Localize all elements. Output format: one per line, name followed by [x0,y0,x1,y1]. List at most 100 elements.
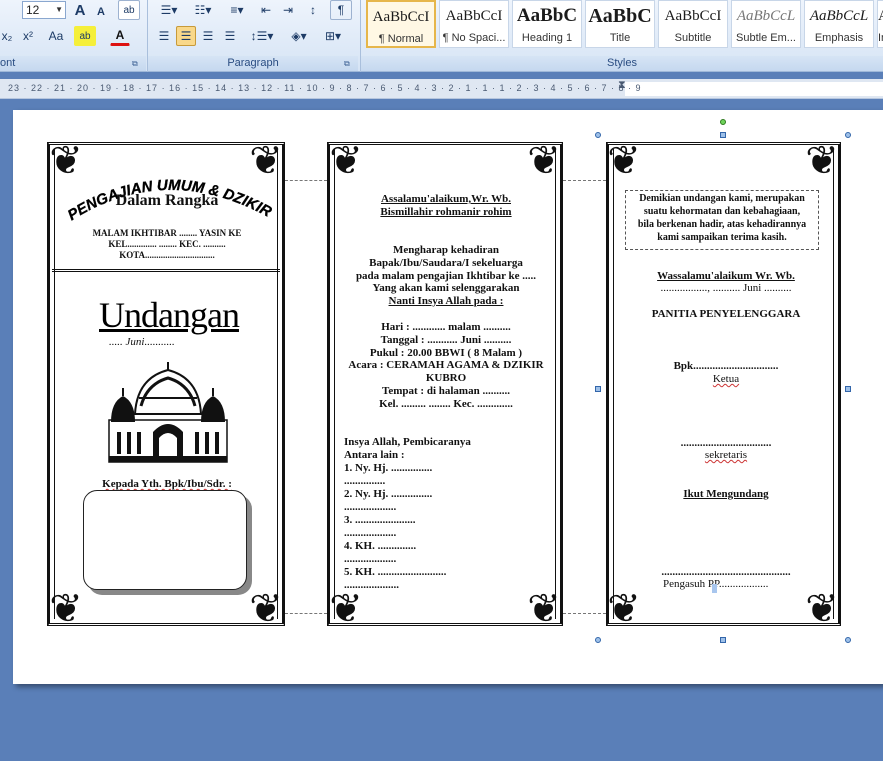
show-formatting-button[interactable]: ¶ [330,0,352,20]
cover-line: MALAM IKHTIBAR ........ YASIN KE [92,228,242,238]
body-line: Nanti Insya Allah pada : [388,295,504,307]
justify-button[interactable]: ☰ [220,26,240,46]
ornament-corner-icon: ❦ [805,586,839,632]
highlight-button[interactable]: ab [74,26,96,46]
style-name: ¶ No Spaci... [442,32,506,44]
align-right-button[interactable]: ☰ [198,26,218,46]
decrease-indent-button[interactable]: ⇤ [256,0,276,20]
style-title[interactable]: AaBbC Title [585,0,655,48]
superscript-button[interactable]: x² [18,26,38,46]
speakers-title: Insya Allah, Pembicaranya [344,436,471,448]
chevron-down-icon[interactable]: ▼ [55,2,63,18]
resize-handle[interactable] [595,132,601,138]
closing-line: suatu kehormatan dan kebahagiaan, [643,206,801,217]
closing-line: kami sampaikan terima kasih. [657,232,787,243]
style-sample: AaBbC [516,5,578,26]
farewell-line: Wassalamu'alaikum Wr. Wb. [657,270,795,282]
panel-connector [563,180,606,181]
indent-marker-icon[interactable]: ⧗ [618,79,628,99]
speaker-line: ................... [344,501,397,513]
resize-handle[interactable] [845,386,851,392]
font-size-select[interactable]: 12 ▼ [22,1,66,19]
grow-font-button[interactable]: A [70,0,90,20]
speaker-line: ................... [344,527,397,539]
detail-line: Acara : CERAMAH AGAMA & DZIKIR [348,359,544,371]
panel-connector [285,180,327,181]
ribbon: 12 ▼ A A ab x₂ x² Aa ab A ont ⧉ ☰▾ ☷▾ ≡▾… [0,0,883,72]
ornament-corner-icon: ❦ [805,138,839,184]
resize-handle[interactable] [845,132,851,138]
style-heading-1[interactable]: AaBbC Heading 1 [512,0,582,48]
multilevel-list-button[interactable]: ≡▾ [222,0,252,20]
style-sample: A [878,1,883,31]
increase-indent-button[interactable]: ⇥ [278,0,298,20]
bullets-button[interactable]: ☰▾ [154,0,184,20]
borders-button[interactable]: ⊞▾ [318,26,348,46]
cover-month-line: ..... Juni........... [109,336,175,348]
cover-heading: Undangan [99,295,240,335]
body-line: Bapak/Ibu/Saudara/I sekeluarga [369,257,523,269]
change-case-button[interactable]: Aa [42,26,70,46]
style-normal[interactable]: AaBbCcI ¶ Normal [366,0,436,48]
resize-handle[interactable] [595,386,601,392]
style-emphasis[interactable]: AaBbCcL Emphasis [804,0,874,48]
style-name: Heading 1 [521,32,573,44]
detail-line: Kel. ......... ........ Kec. ...........… [379,398,513,410]
speaker-line: 4. KH. .............. [344,540,417,552]
closing-line: Demikian undangan kami, merupakan [639,193,805,204]
style-name: Subtle Em... [736,32,796,44]
align-center-button[interactable]: ☰ [176,26,196,46]
body-line: pada malam pengajian Ikhtibar ke ..... [355,270,537,282]
resize-handle[interactable] [595,637,601,643]
shading-button[interactable]: ◈▾ [284,26,314,46]
detail-line: Tanggal : ........... Juni .......... [380,334,512,346]
speaker-line: ................... [344,553,397,565]
ruler-active-area [625,82,883,96]
style-sample: AaBbCcL [809,8,869,24]
style-intense[interactable]: A In [877,0,883,48]
style-sample: AaBbCcI [664,8,722,24]
ornament-corner-icon: ❦ [607,138,641,184]
detail-line: Pukul : 20.00 BBWI ( 8 Malam ) [369,347,523,359]
resize-handle[interactable] [845,637,851,643]
shrink-font-button[interactable]: A [92,2,110,22]
paragraph-dialog-launcher-icon[interactable]: ⧉ [344,59,350,69]
resize-handle[interactable] [720,637,726,643]
ornament-corner-icon: ❦ [527,138,561,184]
speaker-line: 2. Ny. Hj. ............... [344,488,433,500]
style-name: Title [609,32,631,44]
detail-line: Tempat : di halaman .......... [382,385,510,397]
ornament-corner-icon: ❦ [249,586,283,632]
font-color-button[interactable]: A [110,26,130,46]
cover-line: KOTA............................... [119,250,215,260]
ruler-ticks: 23 · 22 · 21 · 20 · 19 · 18 · 17 · 16 · … [8,83,642,93]
rotate-handle[interactable] [720,119,726,125]
subscript-button[interactable]: x₂ [0,26,14,46]
speakers-subtitle: Antara lain : [344,449,405,461]
style-no-spacing[interactable]: AaBbCcI ¶ No Spaci... [439,0,509,48]
speaker-line: 3. ...................... [344,514,416,526]
ornament-corner-icon: ❦ [49,586,83,632]
resize-handle[interactable] [720,132,726,138]
detail-line: KUBRO [425,372,467,384]
numbering-button[interactable]: ☷▾ [188,0,218,20]
font-dialog-launcher-icon[interactable]: ⧉ [132,59,138,69]
greeting-line: Bismillahir rohmanir rohim [380,206,512,218]
addressee-label: Kepada Yth. Bpk/Ibu/Sdr. : [102,478,232,490]
clear-formatting-button[interactable]: ab [118,0,140,20]
guest-name-box[interactable] [83,490,247,590]
style-subtitle[interactable]: AaBbCcI Subtitle [658,0,728,48]
speaker-line: 1. Ny. Hj. ............... [344,462,433,474]
closing-line: bila berkenan hadir, atas kehadirannya [637,219,807,230]
document-page[interactable]: ❦ ❦ ❦ ❦ ❦ ❦ ❦ ❦ ❦ ❦ ❦ ❦ PENGAJIAN UMUM &… [13,110,883,684]
horizontal-ruler[interactable]: 23 · 22 · 21 · 20 · 19 · 18 · 17 · 16 · … [0,79,883,99]
ornament-corner-icon: ❦ [329,138,363,184]
cover-divider [52,269,280,272]
line-spacing-button[interactable]: ↕☰▾ [246,26,278,46]
font-size-value: 12 [26,3,40,17]
speaker-line: ............... [344,475,386,487]
sort-button[interactable]: ↕ [302,0,324,20]
cover-line: KEL............. ........ KEC. .........… [108,239,226,249]
align-left-button[interactable]: ☰ [154,26,174,46]
style-subtle-emphasis[interactable]: AaBbCcL Subtle Em... [731,0,801,48]
